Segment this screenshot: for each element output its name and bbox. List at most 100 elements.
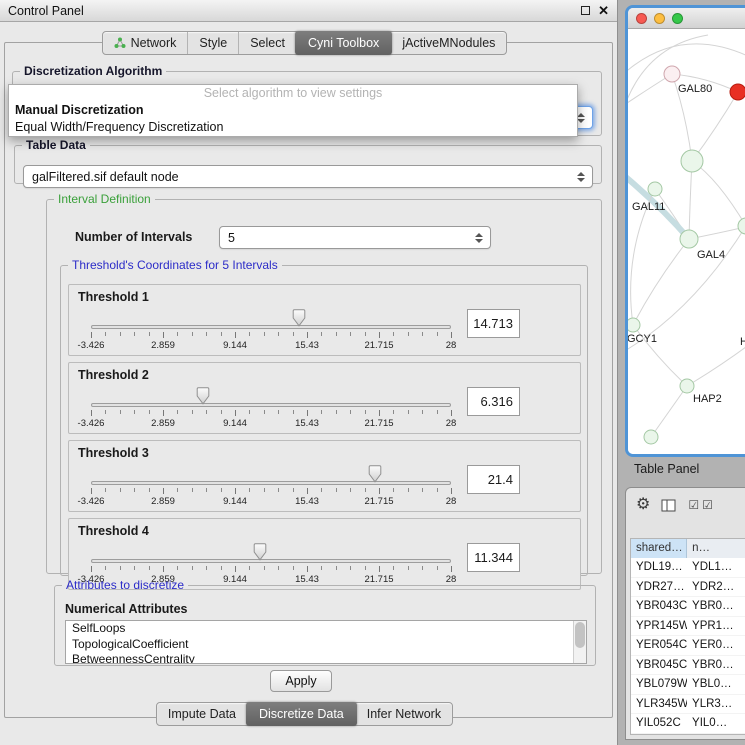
tab-select[interactable]: Select xyxy=(238,32,296,54)
tab-infer-network[interactable]: Infer Network xyxy=(356,703,452,725)
scrollbar[interactable] xyxy=(573,621,586,663)
algorithm-dropdown-popup: Select algorithm to view settings Manual… xyxy=(8,84,578,137)
tick-mark xyxy=(206,566,207,570)
threshold-value[interactable]: 21.4 xyxy=(467,465,520,494)
attribute-item-topologicalcoefficient[interactable]: TopologicalCoefficient xyxy=(66,637,586,653)
node-label-gal4: GAL4 xyxy=(697,249,725,261)
tick-mark xyxy=(437,410,438,414)
table-row[interactable]: YDR27…YDR2… xyxy=(631,578,745,598)
slider-thumb[interactable] xyxy=(368,465,382,483)
tick-mark xyxy=(293,332,294,336)
threshold-panel: Threshold 3 -3.4262.8599.14415.4321.7152… xyxy=(68,440,581,512)
numerical-attributes-list[interactable]: SelfLoopsTopologicalCoefficientBetweenne… xyxy=(65,620,587,664)
tick-mark xyxy=(177,566,178,570)
dropdown-placeholder-item[interactable]: Select algorithm to view settings xyxy=(9,85,577,102)
network-edge[interactable] xyxy=(633,239,689,325)
traffic-light-zoom-button[interactable] xyxy=(672,13,683,24)
tick-mark xyxy=(379,488,380,494)
slider-track[interactable] xyxy=(91,325,451,329)
network-node-gcy1[interactable] xyxy=(628,318,640,332)
slider-track[interactable] xyxy=(91,481,451,485)
table-row[interactable]: YPR145WYPR1… xyxy=(631,617,745,637)
node-table: shared… n… YDL19…YDL1…YDR27…YDR2…YBR043C… xyxy=(630,538,745,735)
network-edge[interactable] xyxy=(651,386,687,437)
table-row[interactable]: YDL19…YDL1… xyxy=(631,558,745,578)
attribute-item-betweennesscentrality[interactable]: BetweennessCentrality xyxy=(66,652,586,664)
tab-cyni-toolbox[interactable]: Cyni Toolbox xyxy=(295,31,392,55)
slider-scale-labels: -3.4262.8599.14415.4321.71528 xyxy=(91,418,451,429)
numerical-attributes-label: Numerical Attributes xyxy=(65,602,187,616)
network-canvas[interactable]: GAL80GAGAL11GAL4GCY1HHAP2 xyxy=(628,29,745,454)
network-edge[interactable] xyxy=(689,161,692,239)
gear-icon[interactable]: ⚙ xyxy=(636,497,650,513)
column-header-name[interactable]: n… xyxy=(687,539,745,558)
network-node[interactable] xyxy=(644,430,658,444)
network-edge[interactable] xyxy=(692,161,745,226)
network-node-ga[interactable] xyxy=(730,84,745,100)
float-window-icon[interactable] xyxy=(581,6,590,15)
traffic-light-minimize-button[interactable] xyxy=(654,13,665,24)
network-node[interactable] xyxy=(738,218,745,234)
column-selector-icon[interactable] xyxy=(661,499,677,512)
table-row[interactable]: YER054CYER0… xyxy=(631,636,745,656)
column-header-shared-name[interactable]: shared… xyxy=(631,539,687,558)
network-edge[interactable] xyxy=(687,341,745,386)
slider-thumb[interactable] xyxy=(292,309,306,327)
threshold-value[interactable]: 11.344 xyxy=(467,543,520,572)
tab-discretize-data[interactable]: Discretize Data xyxy=(246,702,357,726)
tick-mark xyxy=(437,488,438,492)
tick-mark xyxy=(235,410,236,416)
apply-button[interactable]: Apply xyxy=(270,670,332,692)
slider-thumb[interactable] xyxy=(196,387,210,405)
table-row[interactable]: YBR043CYBR0… xyxy=(631,597,745,617)
tab-impute-data[interactable]: Impute Data xyxy=(157,703,247,725)
tab-style[interactable]: Style xyxy=(187,32,238,54)
tick-mark xyxy=(264,332,265,336)
slider-track[interactable] xyxy=(91,559,451,563)
cell-name: YBL0… xyxy=(687,675,745,694)
network-edge[interactable] xyxy=(692,92,738,161)
network-node-gal4[interactable] xyxy=(680,230,698,248)
threshold-slider[interactable]: -3.4262.8599.14415.4321.71528 xyxy=(91,363,451,435)
network-node-hap2[interactable] xyxy=(680,379,694,393)
tick-mark xyxy=(278,332,279,336)
scale-label: 28 xyxy=(446,340,457,351)
tick-mark xyxy=(91,410,92,416)
popup-item-manual-discretization[interactable]: Manual Discretization xyxy=(9,102,577,119)
bottom-tabs: Impute DataDiscretize DataInfer Network xyxy=(156,702,453,726)
table-data-combo[interactable]: galFiltered.sif default node xyxy=(23,165,593,188)
network-node[interactable] xyxy=(681,150,703,172)
attribute-item-selfloops[interactable]: SelfLoops xyxy=(66,621,586,637)
number-of-intervals-combo[interactable]: 5 xyxy=(219,226,491,249)
tab-label: Cyni Toolbox xyxy=(308,36,379,50)
table-row[interactable]: YIL052CYIL0… xyxy=(631,714,745,734)
table-row[interactable]: YLR345WYLR3… xyxy=(631,695,745,715)
slider-track[interactable] xyxy=(91,403,451,407)
checkbox-icon[interactable]: ☑ xyxy=(702,499,713,511)
threshold-value[interactable]: 6.316 xyxy=(467,387,520,416)
tab-network[interactable]: Network xyxy=(103,32,188,54)
traffic-light-close-button[interactable] xyxy=(636,13,647,24)
threshold-value[interactable]: 14.713 xyxy=(467,309,520,338)
network-edge[interactable] xyxy=(628,44,745,84)
threshold-slider[interactable]: -3.4262.8599.14415.4321.71528 xyxy=(91,441,451,513)
slider-thumb[interactable] xyxy=(253,543,267,561)
tick-mark xyxy=(120,410,121,414)
network-view-window: GAL80GAGAL11GAL4GCY1HHAP2 xyxy=(625,5,745,457)
tick-mark xyxy=(321,410,322,414)
network-node-gal80[interactable] xyxy=(664,66,680,82)
close-icon[interactable]: ✕ xyxy=(598,4,609,17)
network-node-gal11[interactable] xyxy=(648,182,662,196)
table-panel-window: ⚙ ☑ ☑ shared… n… YDL19…YDL1…YDR27…YDR2…Y… xyxy=(625,487,745,740)
table-row[interactable]: YBR045CYBR0… xyxy=(631,656,745,676)
checkbox-icon[interactable]: ☑ xyxy=(688,499,699,511)
table-row[interactable]: YBL079WYBL0… xyxy=(631,675,745,695)
scrollbar-thumb[interactable] xyxy=(575,622,585,648)
tab-jactivemnodules[interactable]: jActiveMNodules xyxy=(391,32,506,54)
cell-name: YDL1… xyxy=(687,558,745,577)
threshold-slider[interactable]: -3.4262.8599.14415.4321.71528 xyxy=(91,285,451,357)
tick-mark xyxy=(379,566,380,572)
tick-mark xyxy=(105,488,106,492)
popup-item-equal-width-frequency-discretization[interactable]: Equal Width/Frequency Discretization xyxy=(9,119,577,136)
network-edge[interactable] xyxy=(628,35,708,129)
